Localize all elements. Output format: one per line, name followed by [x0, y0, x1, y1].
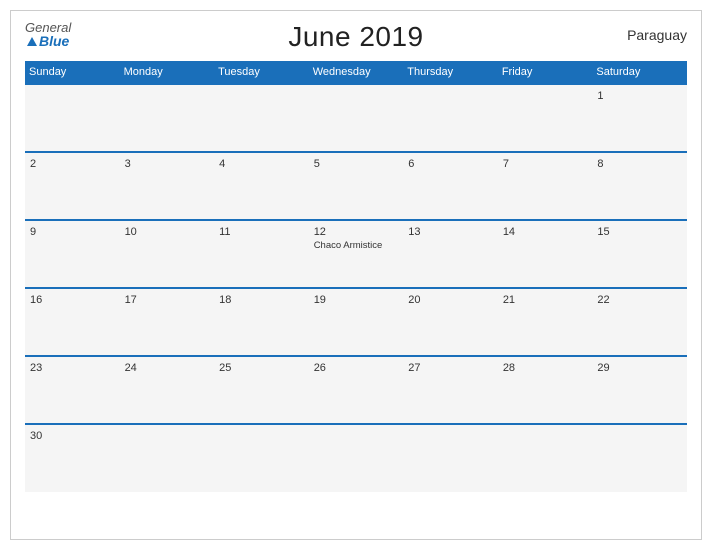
- day-number: 3: [125, 158, 210, 170]
- day-cell-0-3: [309, 84, 404, 152]
- week-row-4: 23 24 25 26 27 28 29: [25, 356, 687, 424]
- day-number: 30: [30, 430, 115, 442]
- day-number: 17: [125, 294, 210, 306]
- week-row-0: 1: [25, 84, 687, 152]
- logo-blue-text: Blue: [39, 34, 69, 48]
- day-cell-4-0: 23: [25, 356, 120, 424]
- day-number: 27: [408, 362, 493, 374]
- day-cell-0-5: [498, 84, 593, 152]
- day-number: 25: [219, 362, 304, 374]
- header-friday: Friday: [498, 61, 593, 84]
- day-cell-1-0: 2: [25, 152, 120, 220]
- day-number: 7: [503, 158, 588, 170]
- header-wednesday: Wednesday: [309, 61, 404, 84]
- day-number: 1: [597, 90, 682, 102]
- calendar-grid: Sunday Monday Tuesday Wednesday Thursday…: [25, 61, 687, 492]
- day-cell-0-6: 1: [592, 84, 687, 152]
- week-row-2: 9 10 11 12 Chaco Armistice 13 14 15: [25, 220, 687, 288]
- day-number: 24: [125, 362, 210, 374]
- day-cell-5-1: [120, 424, 215, 492]
- day-number: 19: [314, 294, 399, 306]
- day-number: 16: [30, 294, 115, 306]
- day-number: 22: [597, 294, 682, 306]
- calendar-wrapper: General Blue June 2019 Paraguay Sunday M…: [10, 10, 702, 540]
- event-label: Chaco Armistice: [314, 240, 399, 251]
- day-cell-1-2: 4: [214, 152, 309, 220]
- day-cell-5-6: [592, 424, 687, 492]
- day-cell-5-4: [403, 424, 498, 492]
- day-number: 10: [125, 226, 210, 238]
- day-cell-0-0: [25, 84, 120, 152]
- country-label: Paraguay: [627, 27, 687, 43]
- day-number: 13: [408, 226, 493, 238]
- day-number: 18: [219, 294, 304, 306]
- day-cell-3-4: 20: [403, 288, 498, 356]
- day-cell-1-6: 8: [592, 152, 687, 220]
- day-number: 5: [314, 158, 399, 170]
- day-cell-2-2: 11: [214, 220, 309, 288]
- logo-triangle-icon: [27, 37, 37, 46]
- day-cell-0-2: [214, 84, 309, 152]
- week-row-5: 30: [25, 424, 687, 492]
- day-cell-2-6: 15: [592, 220, 687, 288]
- header-thursday: Thursday: [403, 61, 498, 84]
- day-number: 28: [503, 362, 588, 374]
- day-number: 12: [314, 226, 399, 238]
- day-cell-3-1: 17: [120, 288, 215, 356]
- day-number: 23: [30, 362, 115, 374]
- week-row-1: 2345678: [25, 152, 687, 220]
- day-cell-0-1: [120, 84, 215, 152]
- day-cell-4-2: 25: [214, 356, 309, 424]
- day-number: 6: [408, 158, 493, 170]
- day-number: 26: [314, 362, 399, 374]
- day-cell-3-3: 19: [309, 288, 404, 356]
- week-row-3: 16 17 18 19 20 21 22: [25, 288, 687, 356]
- calendar-header: General Blue June 2019 Paraguay: [25, 21, 687, 53]
- day-number: 11: [219, 226, 304, 238]
- day-cell-1-4: 6: [403, 152, 498, 220]
- day-cell-2-5: 14: [498, 220, 593, 288]
- day-number: 29: [597, 362, 682, 374]
- day-cell-2-0: 9: [25, 220, 120, 288]
- day-cell-4-1: 24: [120, 356, 215, 424]
- day-cell-5-3: [309, 424, 404, 492]
- day-number: 2: [30, 158, 115, 170]
- day-cell-4-4: 27: [403, 356, 498, 424]
- days-header-row: Sunday Monday Tuesday Wednesday Thursday…: [25, 61, 687, 84]
- day-cell-3-5: 21: [498, 288, 593, 356]
- day-number: 4: [219, 158, 304, 170]
- day-cell-4-3: 26: [309, 356, 404, 424]
- day-number: 20: [408, 294, 493, 306]
- day-cell-3-6: 22: [592, 288, 687, 356]
- day-cell-2-4: 13: [403, 220, 498, 288]
- header-tuesday: Tuesday: [214, 61, 309, 84]
- calendar-title: June 2019: [288, 21, 423, 53]
- day-cell-5-5: [498, 424, 593, 492]
- day-number: 15: [597, 226, 682, 238]
- day-number: 8: [597, 158, 682, 170]
- header-saturday: Saturday: [592, 61, 687, 84]
- day-cell-5-0: 30: [25, 424, 120, 492]
- header-monday: Monday: [120, 61, 215, 84]
- day-cell-3-2: 18: [214, 288, 309, 356]
- day-cell-5-2: [214, 424, 309, 492]
- header-sunday: Sunday: [25, 61, 120, 84]
- day-number: 14: [503, 226, 588, 238]
- day-cell-0-4: [403, 84, 498, 152]
- day-number: 21: [503, 294, 588, 306]
- day-number: 9: [30, 226, 115, 238]
- day-cell-1-1: 3: [120, 152, 215, 220]
- logo: General Blue: [25, 21, 71, 48]
- day-cell-1-3: 5: [309, 152, 404, 220]
- day-cell-3-0: 16: [25, 288, 120, 356]
- day-cell-4-6: 29: [592, 356, 687, 424]
- day-cell-4-5: 28: [498, 356, 593, 424]
- day-cell-1-5: 7: [498, 152, 593, 220]
- day-cell-2-3: 12 Chaco Armistice: [309, 220, 404, 288]
- day-cell-2-1: 10: [120, 220, 215, 288]
